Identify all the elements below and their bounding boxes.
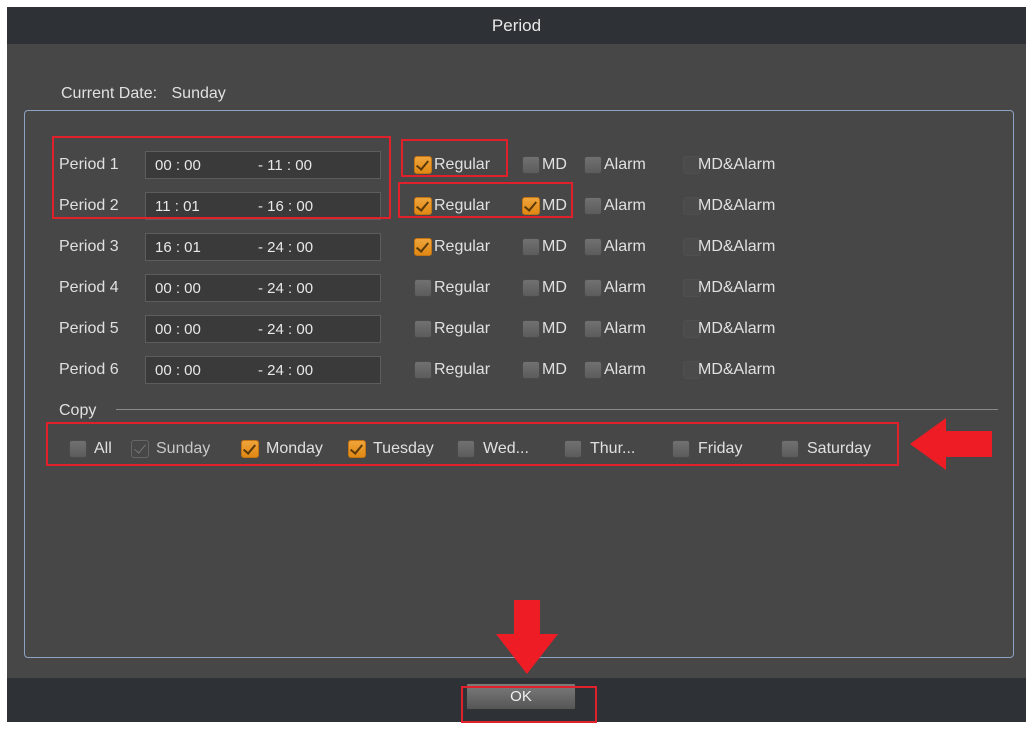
- copy-day-label: Wed...: [483, 440, 529, 457]
- checkbox-md-icon[interactable]: [522, 238, 540, 256]
- checkbox-md-icon[interactable]: [522, 320, 540, 338]
- period-start-time[interactable]: 16 : 01: [155, 239, 201, 256]
- copy-day-checkbox-icon[interactable]: [348, 440, 366, 458]
- arrow-left-icon: [910, 418, 992, 470]
- period-end-time[interactable]: - 11 : 00: [258, 157, 312, 174]
- arrow-down-icon: [496, 600, 558, 674]
- copy-day-checkbox-icon[interactable]: [69, 440, 87, 458]
- period-time-field[interactable]: 16 : 01 - 24 : 00: [145, 233, 381, 261]
- checkbox-alarm-icon[interactable]: [584, 197, 602, 215]
- period-time-field[interactable]: 00 : 00 - 24 : 00: [145, 315, 381, 343]
- checkbox-regular-label: Regular: [434, 238, 491, 255]
- checkbox-md-alarm-label: MD&Alarm: [698, 238, 776, 255]
- period-end-time[interactable]: - 24 : 00: [258, 321, 313, 338]
- period-label: Period 2: [59, 197, 119, 214]
- period-start-time[interactable]: 00 : 00: [155, 362, 201, 379]
- ok-button[interactable]: OK: [466, 683, 576, 710]
- checkbox-alarm-label: Alarm: [604, 238, 646, 255]
- period-label: Period 4: [59, 279, 119, 296]
- checkbox-md-label: MD: [542, 279, 567, 296]
- copy-day-label: Sunday: [156, 440, 211, 457]
- checkbox-alarm-icon[interactable]: [584, 238, 602, 256]
- period-time-field[interactable]: 00 : 00 - 11 : 00: [145, 151, 381, 179]
- checkbox-md-alarm-label: MD&Alarm: [698, 361, 776, 378]
- period-start-time[interactable]: 11 : 01: [155, 198, 200, 215]
- period-label: Period 6: [59, 361, 119, 378]
- copy-divider: [116, 409, 998, 410]
- checkbox-md-alarm-label: MD&Alarm: [698, 156, 776, 173]
- copy-day-checkbox-icon[interactable]: [564, 440, 582, 458]
- checkbox-regular-label: Regular: [434, 197, 491, 214]
- current-date: Current Date: Sunday: [61, 85, 226, 103]
- checkbox-md-label: MD: [542, 320, 567, 337]
- checkbox-alarm-icon[interactable]: [584, 361, 602, 379]
- current-date-label: Current Date:: [61, 85, 158, 102]
- copy-day-label: All: [94, 440, 112, 457]
- checkbox-regular-icon[interactable]: [414, 197, 432, 215]
- checkbox-md-label: MD: [542, 156, 567, 173]
- period-end-time[interactable]: - 24 : 00: [258, 280, 313, 297]
- checkbox-md-label: MD: [542, 361, 567, 378]
- checkbox-regular-label: Regular: [434, 361, 491, 378]
- checkbox-alarm-label: Alarm: [604, 156, 646, 173]
- checkbox-regular-label: Regular: [434, 156, 491, 173]
- checkbox-regular-label: Regular: [434, 279, 491, 296]
- checkbox-md-icon[interactable]: [522, 361, 540, 379]
- checkbox-md-icon[interactable]: [522, 156, 540, 174]
- copy-day-checkbox-icon[interactable]: [781, 440, 799, 458]
- copy-day-label: Thur...: [590, 440, 636, 457]
- checkbox-md-icon[interactable]: [522, 197, 540, 215]
- copy-day-checkbox-icon[interactable]: [672, 440, 690, 458]
- checkbox-alarm-icon[interactable]: [584, 320, 602, 338]
- checkbox-alarm-label: Alarm: [604, 361, 646, 378]
- period-end-time[interactable]: - 16 : 00: [258, 198, 313, 215]
- period-start-time[interactable]: 00 : 00: [155, 157, 201, 174]
- current-date-value: Sunday: [171, 85, 226, 102]
- period-end-time[interactable]: - 24 : 00: [258, 239, 313, 256]
- checkbox-alarm-label: Alarm: [604, 320, 646, 337]
- checkbox-regular-icon[interactable]: [414, 361, 432, 379]
- checkbox-regular-icon[interactable]: [414, 320, 432, 338]
- checkbox-regular-icon[interactable]: [414, 238, 432, 256]
- copy-day-label: Friday: [698, 440, 743, 457]
- checkbox-alarm-label: Alarm: [604, 197, 646, 214]
- copy-day-label: Saturday: [807, 440, 872, 457]
- period-label: Period 3: [59, 238, 119, 255]
- copy-day-label: Tuesday: [373, 440, 434, 457]
- period-time-field[interactable]: 00 : 00 - 24 : 00: [145, 356, 381, 384]
- checkbox-regular-label: Regular: [434, 320, 491, 337]
- copy-day-label: Monday: [266, 440, 323, 457]
- period-start-time[interactable]: 00 : 00: [155, 321, 201, 338]
- period-end-time[interactable]: - 24 : 00: [258, 362, 313, 379]
- checkbox-md-label: MD: [542, 238, 567, 255]
- period-time-field[interactable]: 11 : 01 - 16 : 00: [145, 192, 381, 220]
- period-label: Period 5: [59, 320, 119, 337]
- checkbox-md-alarm-label: MD&Alarm: [698, 197, 776, 214]
- checkbox-alarm-label: Alarm: [604, 279, 646, 296]
- period-label: Period 1: [59, 156, 119, 173]
- checkbox-regular-icon[interactable]: [414, 156, 432, 174]
- checkbox-md-alarm-label: MD&Alarm: [698, 279, 776, 296]
- copy-day-checkbox-icon: [131, 440, 149, 458]
- checkbox-alarm-icon[interactable]: [584, 156, 602, 174]
- checkbox-md-icon[interactable]: [522, 279, 540, 297]
- checkbox-regular-icon[interactable]: [414, 279, 432, 297]
- checkbox-alarm-icon[interactable]: [584, 279, 602, 297]
- period-time-field[interactable]: 00 : 00 - 24 : 00: [145, 274, 381, 302]
- checkbox-md-alarm-label: MD&Alarm: [698, 320, 776, 337]
- dialog-title: Period: [7, 7, 1026, 44]
- checkbox-md-label: MD: [542, 197, 567, 214]
- copy-label: Copy: [59, 402, 97, 419]
- copy-day-checkbox-icon[interactable]: [241, 440, 259, 458]
- copy-day-checkbox-icon[interactable]: [457, 440, 475, 458]
- period-start-time[interactable]: 00 : 00: [155, 280, 201, 297]
